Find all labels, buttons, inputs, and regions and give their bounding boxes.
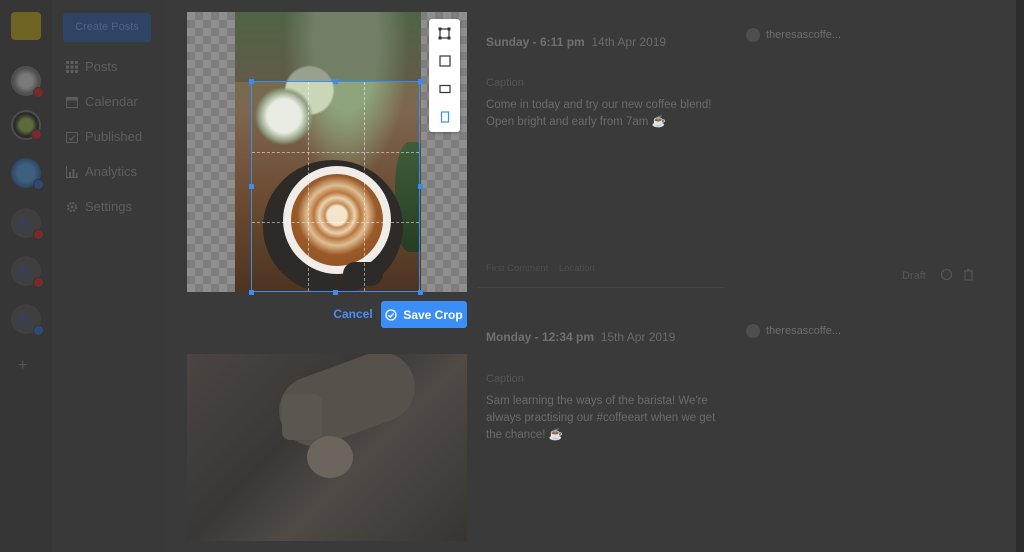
free-crop-button[interactable] [429,19,460,47]
svg-text:h: h [20,216,30,233]
post-image-2[interactable] [187,354,467,541]
sidebar-item-label: Analytics [85,164,138,179]
instagram-badge-icon [31,129,42,140]
crop-handle-top-left[interactable] [249,79,254,84]
grid-icon [66,60,78,73]
square-icon [438,55,451,67]
calendar-check-icon [66,131,78,143]
draft-status[interactable]: Draft [902,270,926,282]
gear-icon [67,201,77,212]
grid-line [252,222,419,223]
account-name: theresascoffe... [766,29,842,41]
app-logo[interactable] [11,12,41,40]
post-account[interactable]: theresascoffe... [746,28,841,42]
location-link[interactable]: Location [559,263,595,274]
instagram-badge-icon [33,229,44,240]
account-name: theresascoffe... [766,325,842,337]
post-schedule: Monday - 12:34 pm 15th Apr 2019 [486,330,675,344]
facebook-badge-icon [33,179,44,190]
cancel-button[interactable]: Cancel [332,304,374,324]
crop-handle-bottom-right[interactable] [418,290,423,295]
account-avatar-1[interactable] [11,66,44,98]
post-day-time: Monday - 12:34 pm [486,330,595,344]
crop-handle-left[interactable] [249,184,254,189]
post-date: 15th Apr 2019 [600,330,676,344]
calendar-icon [66,96,78,108]
aspect-ratio-toolbar [429,19,460,132]
twitter-badge-icon [33,325,44,336]
duplicate-icon[interactable] [940,268,953,281]
bar-chart-icon [66,165,78,178]
save-crop-button[interactable]: Save Crop [381,301,467,328]
sidebar-item-label: Settings [85,199,132,214]
first-comment-link[interactable]: First Comment [486,263,548,274]
photo-detail [282,394,322,440]
crop-handle-top-right[interactable] [418,79,423,84]
avatar [746,324,760,338]
sidebar-item-analytics[interactable]: Analytics [66,164,137,179]
post-extra-links: First Comment Location [486,263,595,274]
trash-icon[interactable] [962,268,975,281]
sidebar-item-label: Published [85,129,143,144]
save-crop-label: Save Crop [403,307,463,322]
account-avatar-2[interactable] [11,110,42,140]
grid-line [364,82,365,291]
landscape-icon [438,84,451,94]
caption-text[interactable]: Come in today and try our new coffee ble… [486,97,716,131]
account-avatar-3[interactable] [11,158,44,190]
account-avatar-4[interactable]: h [11,208,44,240]
caption-label: Caption [486,373,524,385]
caption-text[interactable]: Sam learning the ways of the barista! We… [486,393,716,444]
svg-text:h: h [20,312,30,329]
sidebar-item-label: Calendar [85,94,138,109]
sidebar-item-settings[interactable]: Settings [66,199,132,214]
sidebar-item-label: Posts [85,59,118,74]
grid-line [308,82,309,291]
crop-handle-bottom[interactable] [333,290,338,295]
account-avatar-5[interactable]: h [11,256,44,288]
sidebar-item-published[interactable]: Published [66,129,142,144]
post-account[interactable]: theresascoffe... [746,324,841,338]
caption-label: Caption [486,77,524,89]
create-posts-button[interactable]: Create Posts [63,13,151,42]
square-ratio-button[interactable] [429,47,460,75]
landscape-ratio-button[interactable] [429,75,460,103]
account-rail: h h h + [0,0,52,552]
crop-handle-bottom-left[interactable] [249,290,254,295]
post-date: 14th Apr 2019 [591,35,667,49]
instagram-badge-icon [33,87,44,98]
account-avatar-6[interactable]: h [11,304,44,336]
sidebar-item-calendar[interactable]: Calendar [66,94,138,109]
portrait-icon [440,111,449,123]
add-account-button[interactable]: + [18,357,27,375]
crop-handle-right[interactable] [418,184,423,189]
grid-line [252,152,419,153]
crop-selection[interactable] [251,81,420,292]
avatar [746,28,760,42]
photo-detail [307,436,353,478]
crop-handle-top[interactable] [333,79,338,84]
post-day-time: Sunday - 6:11 pm [486,35,585,49]
free-crop-icon [438,27,451,39]
portrait-ratio-button[interactable] [429,103,460,131]
svg-text:h: h [20,264,30,281]
post-schedule: Sunday - 6:11 pm 14th Apr 2019 [486,35,666,49]
instagram-badge-icon [33,277,44,288]
scrollbar[interactable] [1016,0,1024,552]
check-circle-icon [385,308,397,321]
sidebar-nav: Create Posts Posts Calendar Published An… [52,0,165,552]
divider [478,287,724,288]
sidebar-item-posts[interactable]: Posts [66,59,118,74]
crop-overlay [235,12,421,82]
